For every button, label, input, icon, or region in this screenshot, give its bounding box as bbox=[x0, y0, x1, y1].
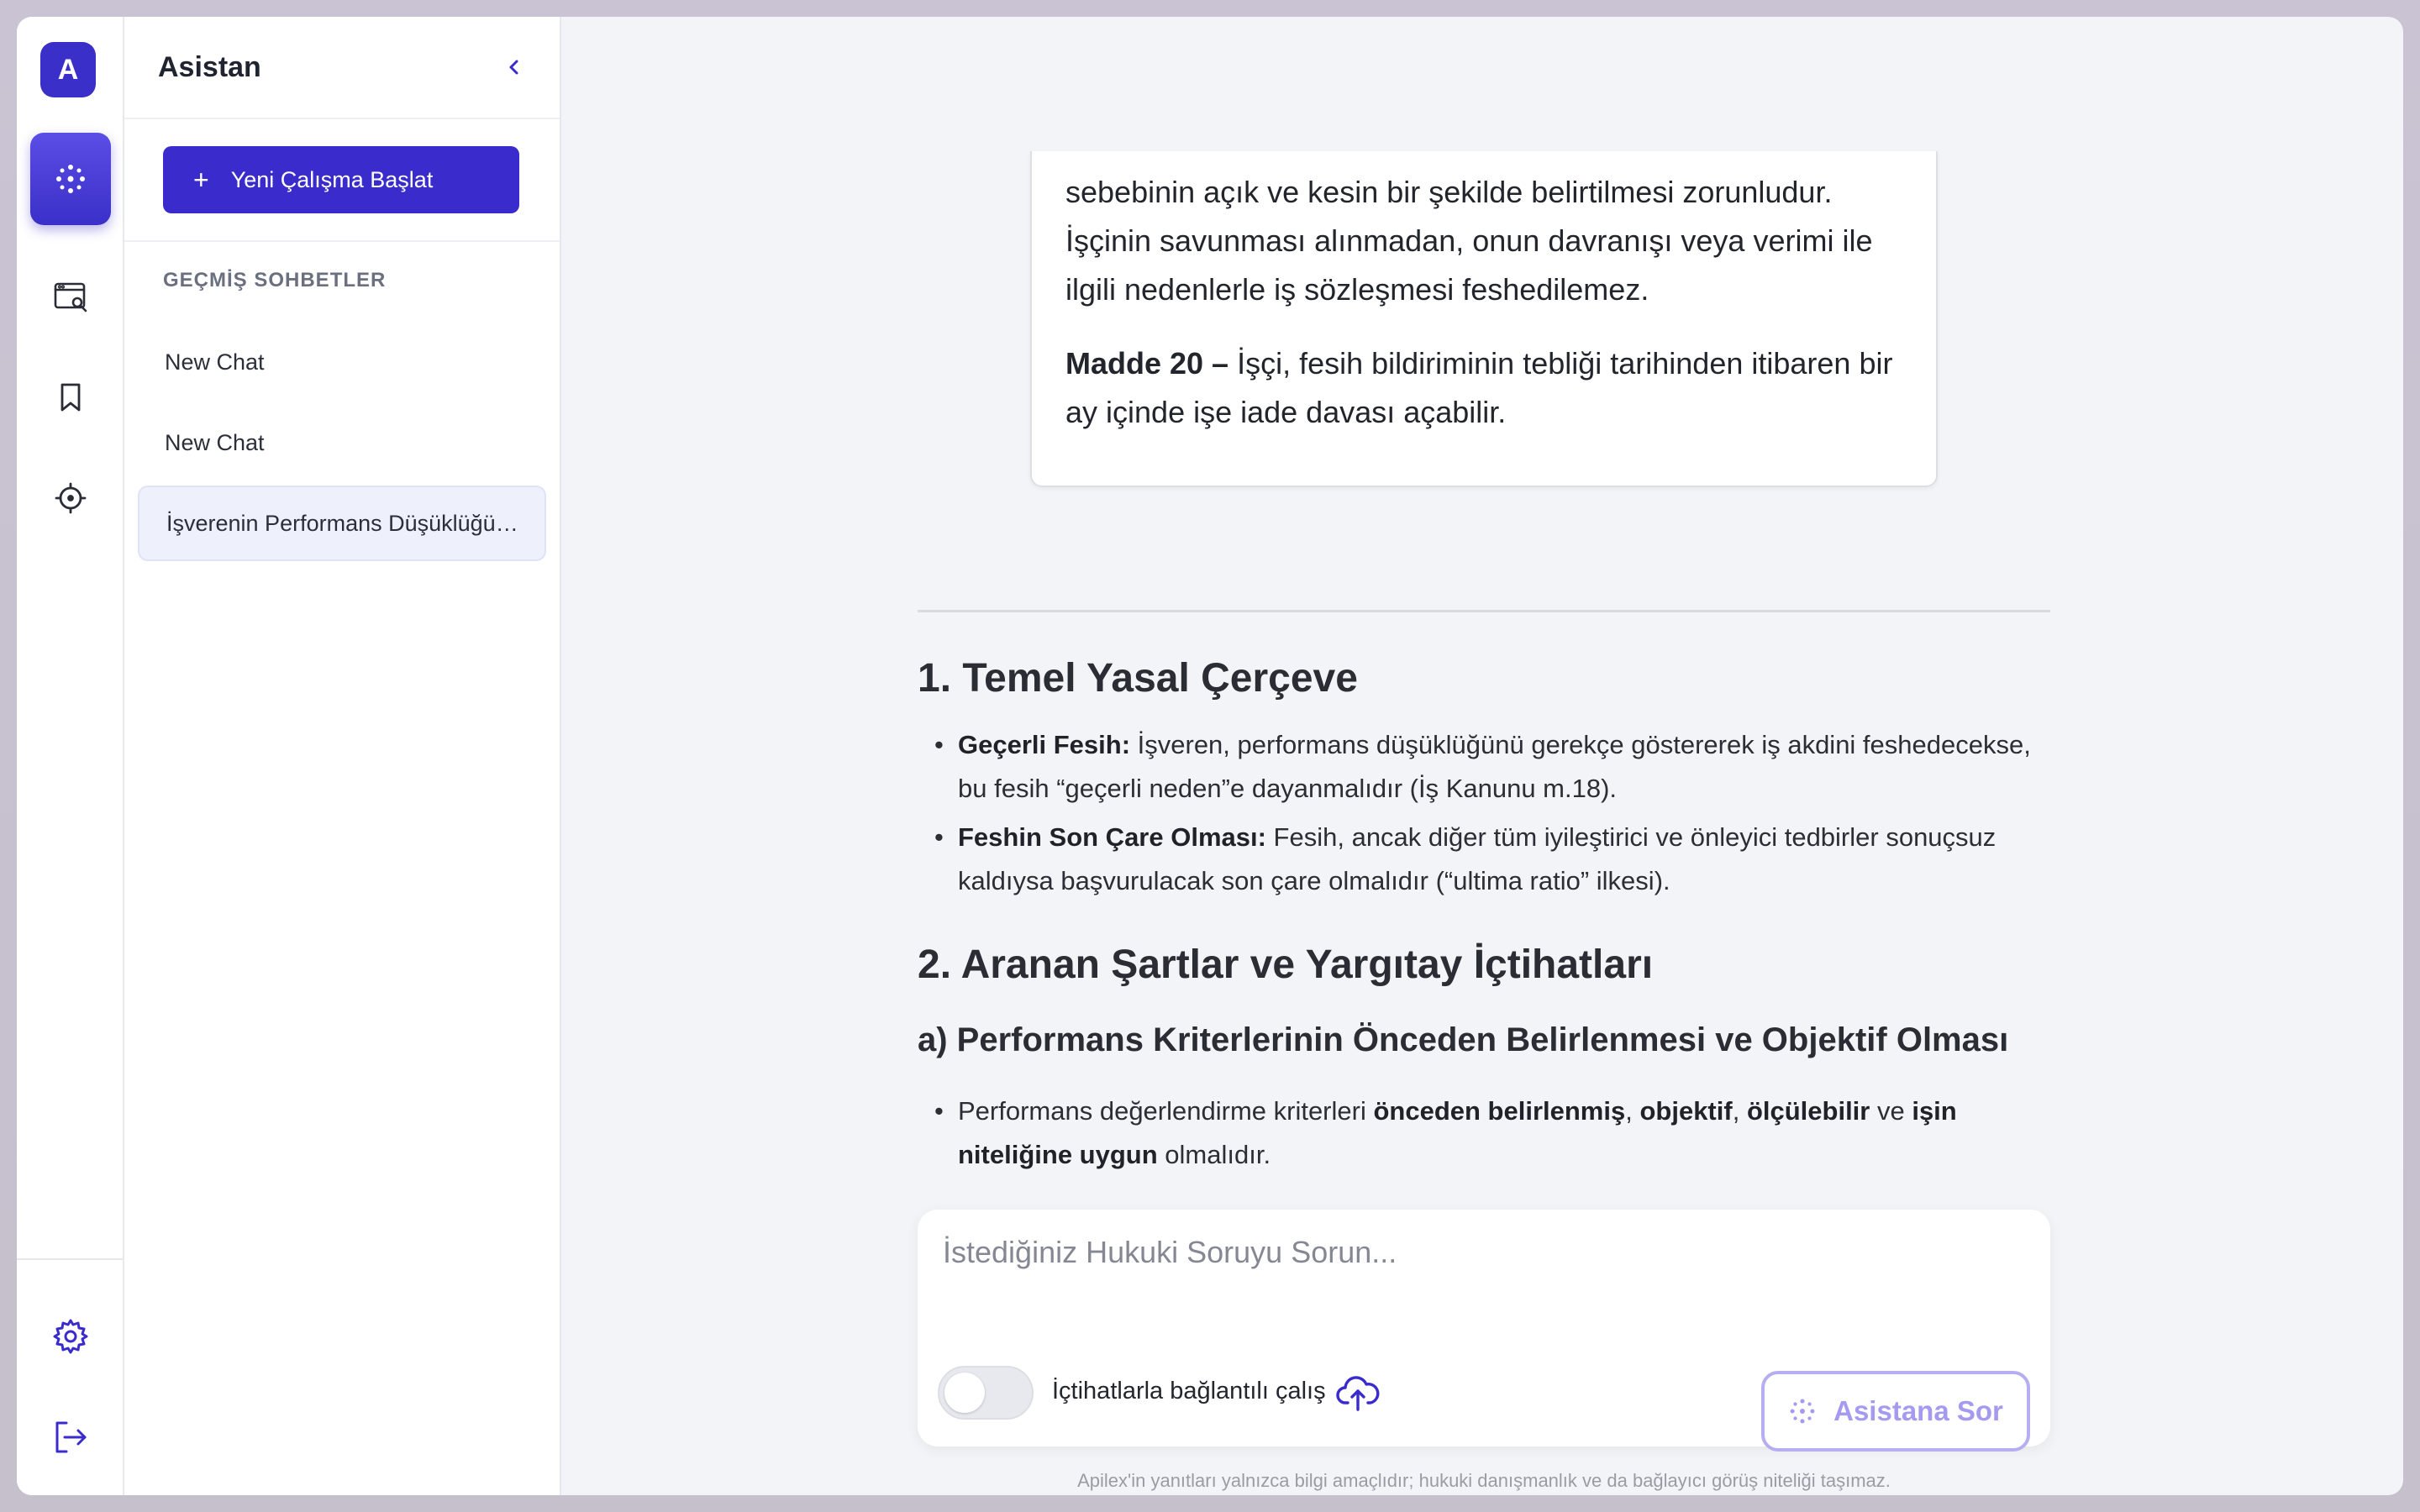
case-law-toggle[interactable] bbox=[938, 1366, 1034, 1420]
search-document-icon bbox=[54, 282, 87, 312]
toggle-knob bbox=[944, 1373, 985, 1413]
case-law-toggle-label: İçtihatlarla bağlantılı çalış bbox=[1052, 1378, 1326, 1404]
settings-icon bbox=[53, 1319, 88, 1354]
term: Feshin Son Çare Olması: bbox=[958, 822, 1266, 852]
sidebar-header: Asistan bbox=[124, 17, 560, 119]
law-quote-card: sebebinin açık ve kesin bir şekilde beli… bbox=[1030, 151, 1938, 487]
text: ve bbox=[1870, 1096, 1912, 1126]
nav-search-documents[interactable] bbox=[30, 250, 111, 343]
list-item: Performans değerlendirme kriterleri önce… bbox=[934, 1089, 2050, 1177]
subsection-heading: a) Performans Kriterlerinin Önceden Beli… bbox=[918, 1021, 2009, 1058]
term: ölçülebilir bbox=[1746, 1096, 1870, 1126]
ask-assistant-button[interactable]: Asistana Sor bbox=[1761, 1371, 2030, 1452]
target-icon bbox=[55, 482, 87, 514]
bullet-list: Geçerli Fesih: İşveren, performans düşük… bbox=[918, 723, 2050, 903]
disclaimer-text: Apilex'in yanıtları yalnızca bilgi amaçl… bbox=[1077, 1470, 1891, 1491]
assistant-response: 1. Temel Yasal Çerçeve Geçerli Fesih: İş… bbox=[918, 655, 2050, 1205]
list-item: Feshin Son Çare Olması: Fesih, ancak diğ… bbox=[934, 816, 2050, 903]
collapse-chevron-icon[interactable] bbox=[502, 55, 526, 79]
bullet-list: Performans değerlendirme kriterleri önce… bbox=[918, 1089, 2050, 1177]
history-section-label: GEÇMİŞ SOHBETLER bbox=[163, 269, 387, 291]
quote-paragraph: sebebinin açık ve kesin bir şekilde beli… bbox=[1065, 175, 1873, 307]
section-heading: 2. Aranan Şartlar ve Yargıtay İçtihatlar… bbox=[918, 942, 1654, 987]
chat-history-item[interactable]: New Chat bbox=[138, 405, 546, 480]
message-composer: İçtihatlarla bağlantılı çalış bbox=[918, 1210, 2050, 1452]
text: olmalıdır. bbox=[1157, 1140, 1271, 1169]
chat-history-item-active[interactable]: İşverenin Performans Düşüklüğü Gerekçesi… bbox=[138, 486, 546, 561]
icon-rail: A bbox=[17, 17, 124, 1495]
question-input[interactable] bbox=[943, 1235, 2018, 1327]
ask-assistant-label: Asistana Sor bbox=[1833, 1395, 2003, 1426]
text: , bbox=[1732, 1096, 1747, 1126]
term: Geçerli Fesih: bbox=[958, 730, 1131, 759]
sidebar-separator bbox=[124, 240, 560, 242]
plus-icon: + bbox=[193, 165, 209, 195]
term: önceden belirlenmiş bbox=[1373, 1096, 1626, 1126]
upload-button[interactable] bbox=[1333, 1368, 1383, 1418]
app-logo[interactable]: A bbox=[40, 42, 96, 97]
bookmark-icon bbox=[60, 383, 81, 412]
rail-divider bbox=[17, 1258, 123, 1260]
nav-target[interactable] bbox=[30, 452, 111, 544]
new-study-button[interactable]: + Yeni Çalışma Başlat bbox=[163, 146, 519, 213]
term: objektif bbox=[1639, 1096, 1733, 1126]
nav-bookmarks[interactable] bbox=[30, 351, 111, 444]
text: , bbox=[1625, 1096, 1640, 1126]
nav-logout[interactable] bbox=[30, 1391, 111, 1483]
nav-assistant[interactable] bbox=[30, 133, 111, 225]
sidebar-title: Asistan bbox=[158, 50, 261, 83]
section-heading: 1. Temel Yasal Çerçeve bbox=[918, 656, 1358, 701]
text: Performans değerlendirme kriterleri bbox=[958, 1096, 1374, 1126]
chat-history-item[interactable]: New Chat bbox=[138, 324, 546, 400]
nav-settings[interactable] bbox=[30, 1290, 111, 1383]
article-number: Madde 20 – bbox=[1065, 346, 1229, 381]
content-divider bbox=[918, 610, 2050, 612]
quote-paragraph: Madde 20 – İşçi, fesih bildiriminin tebl… bbox=[1065, 339, 1902, 437]
assistant-icon bbox=[56, 165, 85, 193]
logout-icon bbox=[55, 1421, 87, 1453]
assistant-icon bbox=[1790, 1399, 1815, 1424]
chat-main: sebebinin açık ve kesin bir şekilde beli… bbox=[561, 17, 2403, 1495]
app-window: A Asistan + Yeni Çalışma Başlat GEÇMİŞ S… bbox=[17, 17, 2403, 1495]
cloud-upload-icon bbox=[1336, 1376, 1380, 1411]
chat-sidebar: Asistan + Yeni Çalışma Başlat GEÇMİŞ SOH… bbox=[124, 17, 561, 1495]
list-item: Geçerli Fesih: İşveren, performans düşük… bbox=[934, 723, 2050, 811]
new-study-label: Yeni Çalışma Başlat bbox=[230, 166, 434, 192]
